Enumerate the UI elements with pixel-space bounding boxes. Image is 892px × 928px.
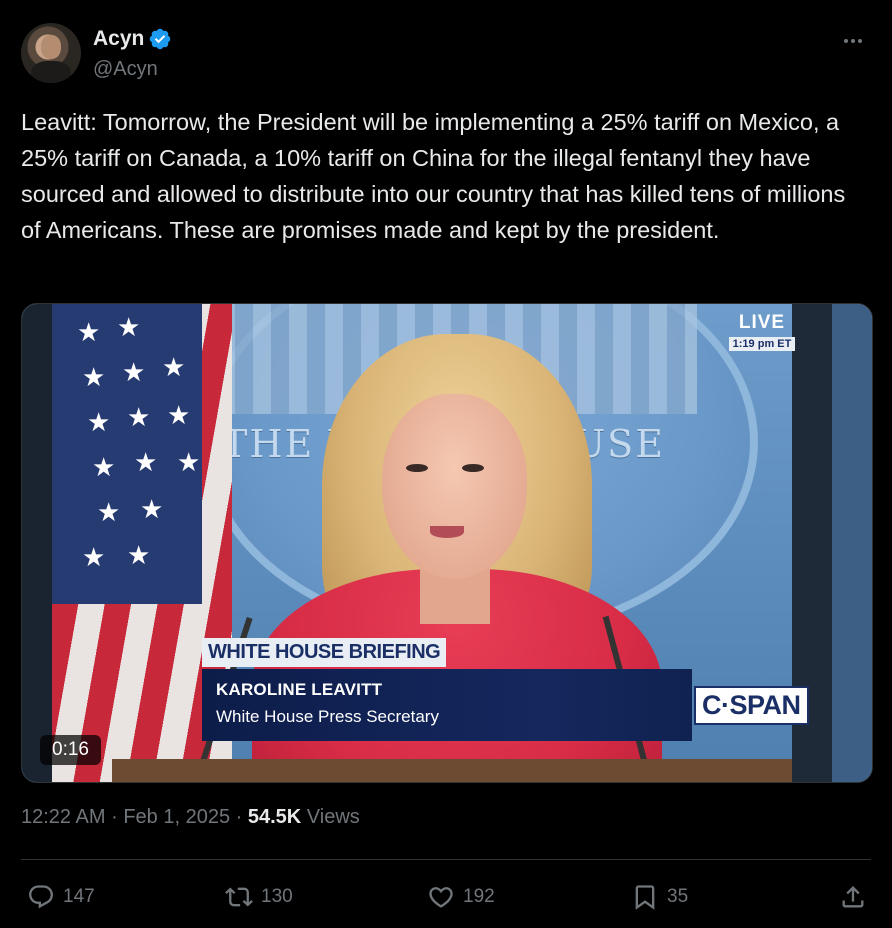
repost-count: 130 xyxy=(261,886,293,907)
avatar[interactable] xyxy=(21,23,81,83)
tweet-text: Leavitt: Tomorrow, the President will be… xyxy=(21,109,846,243)
author-handle[interactable]: @Acyn xyxy=(93,58,158,81)
bookmark-icon xyxy=(635,885,655,910)
lower-third-name: KAROLINE LEAVITT xyxy=(216,680,383,699)
meta-separator: · xyxy=(235,806,243,828)
author-name-row: Acyn xyxy=(93,27,172,51)
live-label: LIVE xyxy=(738,312,786,333)
tweet-date[interactable]: Feb 1, 2025 xyxy=(123,806,230,828)
share-button[interactable] xyxy=(839,873,867,921)
speaker-face xyxy=(382,394,527,579)
divider xyxy=(21,859,871,860)
reply-icon xyxy=(29,885,53,909)
tweet-time[interactable]: 12:22 AM xyxy=(21,806,106,828)
bookmark-button[interactable]: 35 xyxy=(631,873,688,921)
like-icon xyxy=(429,887,453,908)
reply-button[interactable]: 147 xyxy=(27,873,95,921)
lower-third-title: White House Press Secretary xyxy=(216,707,439,726)
video-duration: 0:16 xyxy=(40,735,101,765)
avatar-face xyxy=(41,35,61,59)
repost-icon xyxy=(225,887,253,907)
live-time: 1:19 pm ET xyxy=(728,337,796,351)
share-icon xyxy=(842,886,864,908)
tweet-meta: 12:22 AM · Feb 1, 2025 · 54.5K Views xyxy=(21,806,360,829)
verified-icon[interactable] xyxy=(148,27,172,51)
tweet-header: Acyn @Acyn xyxy=(21,23,871,85)
more-icon[interactable] xyxy=(839,31,867,51)
action-bar: 147 130 192 35 xyxy=(21,873,871,921)
like-count: 192 xyxy=(463,886,495,907)
reply-count: 147 xyxy=(63,886,95,907)
avatar-body xyxy=(31,61,71,83)
video-player[interactable]: THE W OUSE ★ ★ ★ ★ ★ ★ ★ ★ ★ ★ ★ ★ ★ ★ ★… xyxy=(21,303,873,783)
bookmark-count: 35 xyxy=(667,886,689,907)
podium xyxy=(112,759,792,782)
views-label: Views xyxy=(306,806,360,828)
author-name[interactable]: Acyn xyxy=(93,27,144,51)
meta-separator: · xyxy=(111,806,118,828)
like-button[interactable]: 192 xyxy=(427,873,495,921)
live-indicator: LIVE 1:19 pm ET xyxy=(722,312,802,352)
lower-third-tag: WHITE HOUSE BRIEFING xyxy=(202,638,447,667)
repost-button[interactable]: 130 xyxy=(225,873,293,921)
lower-third: KAROLINE LEAVITT White House Press Secre… xyxy=(202,669,692,741)
network-logo: C·SPAN xyxy=(694,686,809,725)
views-count: 54.5K xyxy=(247,806,302,828)
